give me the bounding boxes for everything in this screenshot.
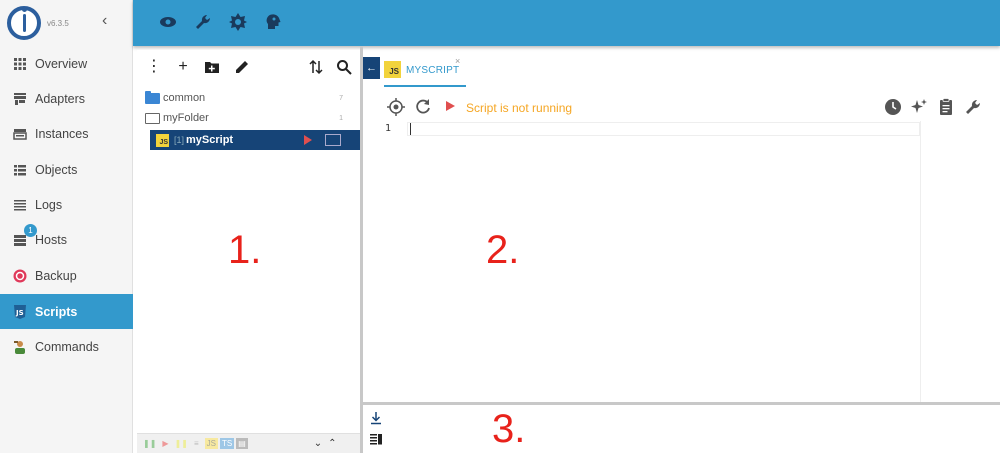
restart-icon[interactable]: [413, 97, 433, 117]
editor-tab-bar: ← JS MYSCRIPT ×: [363, 50, 1000, 88]
folder-icon: [145, 90, 160, 104]
script-name: myScript: [186, 134, 234, 146]
tab-label: MYSCRIPT: [406, 65, 460, 76]
editor-toolbar: Script is not running: [363, 93, 1000, 121]
sidebar-item-label: Overview: [35, 56, 88, 71]
editor-minimap[interactable]: [920, 121, 1000, 402]
annotation-three: 3.: [492, 407, 526, 451]
log-view-icon[interactable]: [369, 432, 383, 446]
sparkle-icon[interactable]: [909, 97, 929, 117]
search-icon[interactable]: [335, 58, 353, 76]
hosts-badge: 1: [24, 224, 37, 237]
sidebar-item-overview[interactable]: Overview: [0, 46, 133, 81]
close-icon[interactable]: ×: [455, 56, 460, 66]
new-folder-icon[interactable]: [203, 58, 221, 76]
sidebar-item-label: Objects: [35, 162, 78, 177]
sidebar-item-label: Adapters: [35, 91, 86, 106]
logo-area: v6.3.5 ‹: [0, 0, 133, 46]
sidebar-item-adapters[interactable]: Adapters: [0, 81, 133, 116]
clock-icon[interactable]: [883, 97, 903, 117]
blockly-filter-icon[interactable]: ▤: [236, 438, 248, 449]
folder-label: common: [163, 92, 206, 104]
sidebar-item-label: Instances: [35, 126, 89, 141]
folder-open-icon: [145, 112, 160, 124]
annotation-one: 1.: [228, 228, 262, 272]
ts-filter-icon[interactable]: TS: [219, 438, 235, 449]
store-icon: [13, 92, 27, 106]
line-number: 1: [385, 123, 392, 134]
play-filter-icon[interactable]: ▶: [162, 439, 168, 448]
list-icon: [13, 163, 27, 177]
sidebar-item-backup[interactable]: Backup: [0, 258, 133, 293]
js-filter-icon[interactable]: JS: [204, 438, 218, 449]
download-icon[interactable]: [369, 411, 383, 425]
sidebar-item-instances[interactable]: Instances: [0, 116, 133, 151]
code-editor[interactable]: 1: [363, 121, 1000, 402]
expand-all-icon[interactable]: ⌃: [328, 438, 336, 449]
export-icon[interactable]: [325, 134, 341, 146]
grid-icon: [13, 57, 27, 71]
lines-icon: [13, 198, 27, 212]
wrench-icon[interactable]: [963, 97, 983, 117]
script-instance: [1]: [174, 135, 185, 145]
add-icon[interactable]: +: [174, 58, 192, 76]
more-vert-icon[interactable]: ⋮: [145, 58, 163, 76]
sidebar-item-label: Commands: [35, 339, 99, 354]
folder-label: myFolder: [163, 112, 209, 124]
iobroker-logo: [7, 6, 41, 40]
script-status: Script is not running: [466, 101, 573, 115]
person-icon: [13, 340, 27, 354]
current-line: [407, 122, 920, 136]
log-panel: [363, 405, 1000, 453]
chevron-left-icon[interactable]: ‹: [102, 13, 116, 29]
pause-filter-icon[interactable]: ❚❚: [175, 439, 188, 448]
sidebar-item-hosts[interactable]: Hosts: [0, 222, 133, 257]
head-icon[interactable]: [263, 12, 283, 32]
version-label: v6.3.5: [47, 19, 69, 28]
sidebar: v6.3.5 ‹ Overview Adapters Instances Obj…: [0, 0, 133, 453]
sidebar-item-label: Logs: [35, 197, 63, 212]
sidebar-item-commands[interactable]: Commands: [0, 329, 133, 364]
brightness-icon[interactable]: [228, 12, 248, 32]
tree-toolbar: ⋮ +: [137, 50, 361, 85]
sidebar-item-objects[interactable]: Objects: [0, 152, 133, 187]
arrow-left-icon[interactable]: ←: [363, 57, 380, 79]
annotation-two: 2.: [486, 228, 520, 272]
backup-icon: [13, 269, 27, 283]
js-file-icon: JS: [384, 61, 401, 78]
sidebar-item-label: Hosts: [35, 232, 67, 247]
tree-folder-myfolder[interactable]: myFolder 1: [137, 108, 361, 128]
tree-folder-common[interactable]: common 7: [137, 88, 361, 108]
folder-count: 1: [339, 114, 343, 122]
tree-script-myscript[interactable]: JS [1] myScript: [150, 130, 361, 150]
js-file-icon: JS: [156, 133, 169, 147]
instances-icon: [13, 127, 27, 141]
top-toolbar: [133, 0, 1000, 46]
play-script-icon[interactable]: [446, 101, 455, 111]
sidebar-item-scripts[interactable]: JS Scripts: [0, 294, 133, 329]
folder-count: 7: [339, 94, 343, 102]
collapse-all-icon[interactable]: ⌄: [314, 438, 322, 449]
tab-myscript[interactable]: JS MYSCRIPT ×: [384, 56, 466, 87]
svg-text:JS: JS: [15, 309, 24, 317]
text-cursor: [410, 123, 411, 135]
play-icon[interactable]: [304, 135, 312, 145]
edit-icon[interactable]: [233, 58, 251, 76]
filter-icon[interactable]: ≡: [194, 439, 199, 448]
sidebar-item-label: Backup: [35, 268, 77, 283]
wrench-icon[interactable]: [193, 12, 213, 32]
pause-icon[interactable]: ❚❚: [143, 439, 156, 448]
sidebar-item-logs[interactable]: Logs: [0, 187, 133, 222]
tree-footer: ❚❚ ▶ ❚❚ ≡ JS TS ▤ ⌄ ⌃: [137, 433, 361, 453]
target-icon[interactable]: [386, 97, 406, 117]
js-icon: JS: [13, 304, 27, 319]
sidebar-item-label: Scripts: [35, 304, 78, 319]
sort-icon[interactable]: [307, 58, 325, 76]
eye-icon[interactable]: [158, 12, 178, 32]
clipboard-icon[interactable]: [936, 97, 956, 117]
